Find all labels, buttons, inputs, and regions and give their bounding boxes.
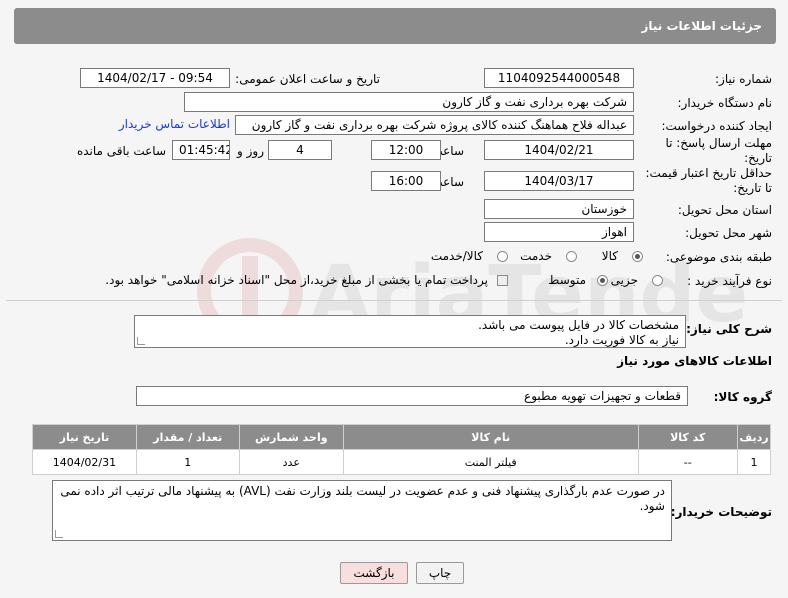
col-quantity: تعداد / مقدار bbox=[135, 424, 240, 450]
category-radio-goods-service[interactable] bbox=[497, 251, 508, 262]
cell-quantity: 1 bbox=[135, 449, 240, 475]
reply-days-field: 4 bbox=[268, 140, 332, 160]
section-header: جزئیات اطلاعات نیاز bbox=[14, 8, 776, 44]
buyer-org-label: نام دستگاه خریدار: bbox=[677, 96, 773, 110]
requester-field: عبداله فلاح هماهنگ کننده کالای پروژه شرک… bbox=[235, 115, 634, 135]
reply-deadline-time-field: 12:00 bbox=[371, 140, 441, 160]
delivery-city-label: شهر محل تحویل: bbox=[685, 226, 772, 240]
description-line-1: مشخصات کالا در فایل پیوست می باشد. bbox=[478, 318, 679, 332]
remaining-time-label: ساعت باقی مانده bbox=[76, 144, 166, 158]
buyer-contact-link[interactable]: اطلاعات تماس خریدار bbox=[119, 117, 230, 131]
col-name: نام کالا bbox=[342, 424, 639, 450]
cell-unit: عدد bbox=[238, 449, 344, 475]
reply-deadline-label: مهلت ارسال پاسخ: تا تاریخ: bbox=[665, 136, 772, 165]
need-number-label: شماره نیاز: bbox=[715, 72, 772, 86]
requester-label: ایجاد کننده درخواست: bbox=[661, 119, 772, 133]
category-option-service: خدمت bbox=[520, 249, 552, 263]
category-option-goods: کالا bbox=[601, 249, 618, 263]
goods-group-field: قطعات و تجهیزات تهویه مطبوع bbox=[136, 386, 688, 406]
category-radio-goods[interactable] bbox=[632, 251, 643, 262]
table-row[interactable]: 1 -- فیلتر المنت عدد 1 1404/02/31 bbox=[32, 449, 771, 475]
cell-name: فیلتر المنت bbox=[342, 449, 639, 475]
print-button[interactable]: چاپ bbox=[416, 562, 464, 584]
goods-group-label: گروه کالا: bbox=[713, 390, 772, 404]
goods-table: ردیف کد کالا نام کالا واحد شمارش تعداد /… bbox=[32, 424, 771, 475]
delivery-city-field: اهواز bbox=[484, 222, 634, 242]
description-label: شرح کلی نیاز: bbox=[686, 322, 772, 336]
resize-grip-icon[interactable] bbox=[137, 337, 145, 345]
reply-days-label: روز و bbox=[237, 144, 264, 158]
buyer-notes-label: توضیحات خریدار: bbox=[670, 505, 772, 519]
treasury-payment-note: پرداخت تمام یا بخشی از مبلغ خرید،از محل … bbox=[105, 273, 488, 287]
category-radio-service[interactable] bbox=[566, 251, 577, 262]
buyer-notes-textarea[interactable]: در صورت عدم بارگذاری پیشنهاد فنی و عدم ع… bbox=[52, 480, 672, 541]
category-option-goods-service: کالا/خدمت bbox=[430, 249, 483, 263]
cell-need-date: 1404/02/31 bbox=[32, 449, 137, 475]
need-number-field: 1104092544000548 bbox=[484, 68, 634, 88]
goods-section-title: اطلاعات کالاهای مورد نیاز bbox=[617, 354, 772, 368]
section-title: جزئیات اطلاعات نیاز bbox=[641, 19, 762, 33]
remaining-time-field: 01:45:42 bbox=[172, 140, 230, 160]
process-type-label: نوع فرآیند خرید : bbox=[687, 274, 772, 288]
cell-code: -- bbox=[637, 449, 739, 475]
reply-deadline-date-field: 1404/02/21 bbox=[484, 140, 634, 160]
col-need-date: تاریخ نیاز bbox=[32, 424, 137, 450]
buyer-notes-text: در صورت عدم بارگذاری پیشنهاد فنی و عدم ع… bbox=[60, 484, 665, 513]
delivery-province-field: خوزستان bbox=[484, 199, 634, 219]
back-button[interactable]: بازگشت bbox=[340, 562, 408, 584]
col-row: ردیف bbox=[737, 424, 771, 450]
price-validity-date-field: 1404/03/17 bbox=[484, 171, 634, 191]
delivery-province-label: استان محل تحویل: bbox=[677, 203, 772, 217]
resize-grip-icon[interactable] bbox=[55, 530, 63, 538]
treasury-payment-checkbox[interactable] bbox=[497, 275, 508, 286]
page: AriaTender.neT جزئیات اطلاعات نیاز شماره… bbox=[0, 0, 788, 598]
description-line-2: نیاز به کالا فوریت دارد. bbox=[564, 333, 679, 347]
table-header-row: ردیف کد کالا نام کالا واحد شمارش تعداد /… bbox=[32, 424, 771, 450]
divider bbox=[6, 300, 782, 301]
col-unit: واحد شمارش bbox=[238, 424, 344, 450]
col-code: کد کالا bbox=[637, 424, 739, 450]
announce-datetime-label: تاریخ و ساعت اعلان عمومی: bbox=[235, 72, 380, 86]
cell-row: 1 bbox=[737, 449, 771, 475]
process-radio-minor[interactable] bbox=[652, 275, 663, 286]
price-validity-time-field: 16:00 bbox=[371, 171, 441, 191]
price-validity-label: حداقل تاریخ اعتبار قیمت: تا تاریخ: bbox=[645, 166, 772, 195]
process-option-medium: متوسط bbox=[548, 273, 586, 287]
process-radio-medium[interactable] bbox=[597, 275, 608, 286]
category-label: طبقه بندی موضوعی: bbox=[665, 250, 772, 264]
process-option-minor: جزیی bbox=[610, 273, 638, 287]
buyer-org-field: شرکت بهره برداری نفت و گاز کارون bbox=[184, 92, 634, 112]
description-textarea[interactable]: مشخصات کالا در فایل پیوست می باشد. نیاز … bbox=[134, 315, 686, 348]
announce-datetime-field: 1404/02/17 - 09:54 bbox=[80, 68, 230, 88]
